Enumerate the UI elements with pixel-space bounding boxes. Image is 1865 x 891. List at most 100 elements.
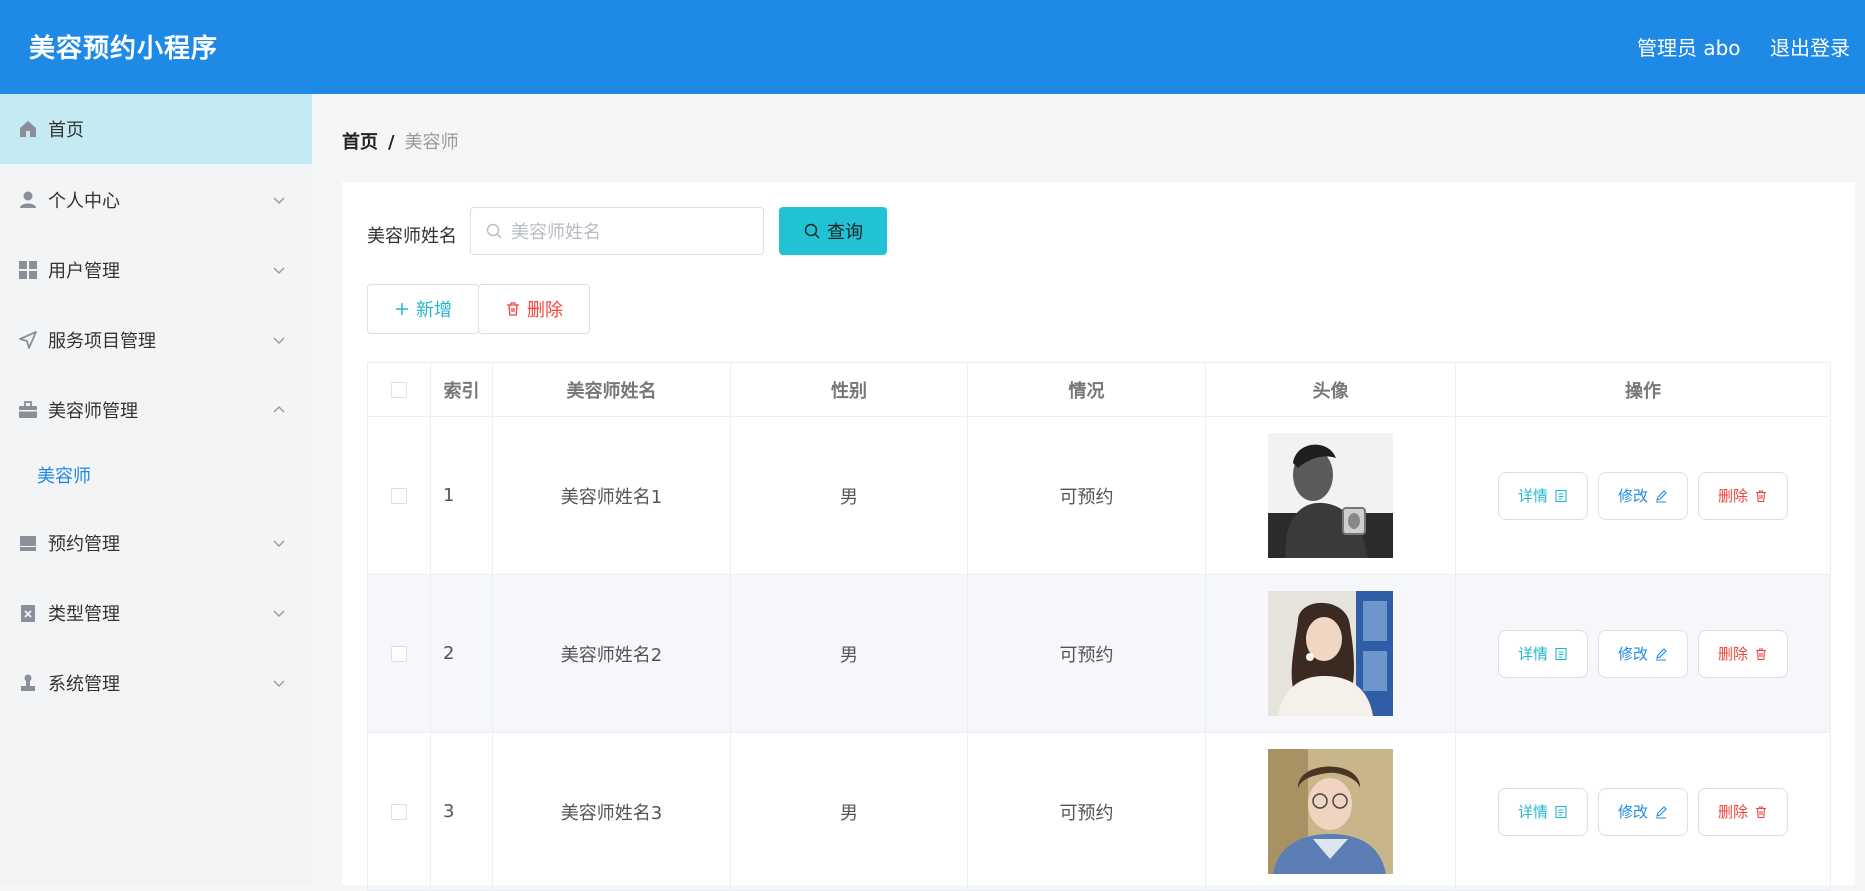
delete-button[interactable]: 删除 <box>1698 629 1788 678</box>
breadcrumb: 首页 / 美容师 <box>342 128 459 154</box>
sidebar-subitem-beautician[interactable]: 美容师 <box>0 445 312 505</box>
grid-icon <box>18 260 38 280</box>
select-all-checkbox[interactable] <box>391 381 407 398</box>
edit-button[interactable]: 修改 <box>1598 471 1688 520</box>
sidebar-item-label: 用户管理 <box>48 261 120 282</box>
document-icon <box>1555 489 1567 502</box>
avatar <box>1268 433 1393 558</box>
row-gender: 男 <box>730 575 967 732</box>
delete-label: 删除 <box>1717 803 1748 821</box>
chevron-down-icon <box>273 540 285 547</box>
document-icon <box>1555 647 1567 660</box>
add-button[interactable]: 新增 <box>367 284 479 334</box>
chevron-down-icon <box>273 610 285 617</box>
row-status: 可预约 <box>967 575 1205 732</box>
top-header: 美容预约小程序 管理员 abo 退出登录 <box>0 0 1865 94</box>
sidebar-item-user-management[interactable]: 用户管理 <box>0 235 312 305</box>
row-name: 美容师姓名1 <box>492 417 730 574</box>
avatar-cell <box>1205 417 1455 574</box>
sidebar-item-system-management[interactable]: 系统管理 <box>0 648 312 718</box>
sidebar-item-label: 预约管理 <box>48 534 120 555</box>
row-actions: 详情 修改 删除 <box>1455 575 1831 732</box>
avatar <box>1268 591 1393 716</box>
row-select-cell <box>367 733 430 890</box>
query-button[interactable]: 查询 <box>779 207 887 255</box>
column-header: 操作 <box>1455 363 1831 416</box>
trash-icon <box>507 302 519 316</box>
sidebar-item-beautician-management[interactable]: 美容师管理 <box>0 375 312 445</box>
detail-label: 详情 <box>1517 645 1548 663</box>
chevron-down-icon <box>273 267 285 274</box>
add-button-label: 新增 <box>416 300 452 321</box>
edit-label: 修改 <box>1617 803 1648 821</box>
column-header: 情况 <box>967 363 1205 416</box>
search-input[interactable] <box>509 216 753 248</box>
edit-label: 修改 <box>1617 487 1648 505</box>
sidebar-item-label: 首页 <box>48 120 84 141</box>
row-checkbox[interactable] <box>391 803 407 820</box>
logout-link[interactable]: 退出登录 <box>1770 32 1850 61</box>
sidebar-subitem-label: 美容师 <box>37 466 91 487</box>
sidebar-item-appointment-management[interactable]: 预约管理 <box>0 508 312 578</box>
column-header: 头像 <box>1205 363 1455 416</box>
breadcrumb-current: 美容师 <box>404 132 459 153</box>
sidebar-item-personal-center[interactable]: 个人中心 <box>0 165 312 235</box>
sidebar-item-home[interactable]: 首页 <box>0 94 312 164</box>
row-select-cell <box>367 417 430 574</box>
column-header: 索引 <box>430 363 492 416</box>
detail-button[interactable]: 详情 <box>1498 787 1588 836</box>
search-icon <box>486 223 502 239</box>
briefcase-icon <box>18 400 38 420</box>
sidebar-item-service-management[interactable]: 服务项目管理 <box>0 305 312 375</box>
table-row: 2 美容师姓名2 男 可预约 详情 修改 删除 <box>367 575 1831 733</box>
table-row: 3 美容师姓名3 男 可预约 详情 修改 删除 <box>367 733 1831 891</box>
delete-button[interactable]: 删除 <box>1698 471 1788 520</box>
row-index: 2 <box>430 575 492 732</box>
delete-label: 删除 <box>1717 645 1748 663</box>
sidebar-item-type-management[interactable]: 类型管理 <box>0 578 312 648</box>
row-name: 美容师姓名2 <box>492 575 730 732</box>
row-gender: 男 <box>730 417 967 574</box>
table-header: 索引 美容师姓名 性别 情况 头像 操作 <box>367 362 1831 417</box>
bulk-delete-button[interactable]: 删除 <box>478 284 590 334</box>
pencil-icon <box>1656 647 1667 661</box>
current-user: 管理员 abo <box>1637 36 1741 60</box>
query-button-label: 查询 <box>827 222 863 243</box>
plus-icon <box>396 303 408 315</box>
trash-icon <box>1756 489 1766 502</box>
delete-button-label: 删除 <box>527 300 563 321</box>
row-checkbox[interactable] <box>391 645 407 662</box>
detail-button[interactable]: 详情 <box>1498 471 1588 520</box>
row-name: 美容师姓名3 <box>492 733 730 890</box>
detail-button[interactable]: 详情 <box>1498 629 1588 678</box>
breadcrumb-separator: / <box>388 132 395 153</box>
edit-button[interactable]: 修改 <box>1598 629 1688 678</box>
avatar-cell <box>1205 575 1455 732</box>
pencil-icon <box>1656 805 1667 819</box>
row-checkbox[interactable] <box>391 487 407 504</box>
edit-label: 修改 <box>1617 645 1648 663</box>
chevron-down-icon <box>273 197 285 204</box>
inbox-icon <box>18 533 38 553</box>
trash-icon <box>1756 805 1766 818</box>
table-row: 1 美容师姓名1 男 可预约 详情 修改 删除 <box>367 417 1831 575</box>
edit-button[interactable]: 修改 <box>1598 787 1688 836</box>
row-actions: 详情 修改 删除 <box>1455 417 1831 574</box>
breadcrumb-home[interactable]: 首页 <box>342 132 378 153</box>
row-gender: 男 <box>730 733 967 890</box>
user-icon <box>18 190 38 210</box>
home-icon <box>18 119 38 139</box>
row-status: 可预约 <box>967 417 1205 574</box>
sidebar-item-label: 系统管理 <box>48 674 120 695</box>
pencil-icon <box>1656 489 1667 503</box>
search-label: 美容师姓名 <box>367 226 457 247</box>
detail-label: 详情 <box>1517 803 1548 821</box>
delete-button[interactable]: 删除 <box>1698 787 1788 836</box>
app-title: 美容预约小程序 <box>29 34 219 64</box>
clipboard-icon <box>18 603 38 623</box>
stamp-icon <box>18 673 38 693</box>
sidebar-item-label: 类型管理 <box>48 604 120 625</box>
header-select-all <box>367 363 430 416</box>
column-header: 美容师姓名 <box>492 363 730 416</box>
search-field[interactable] <box>470 207 764 255</box>
